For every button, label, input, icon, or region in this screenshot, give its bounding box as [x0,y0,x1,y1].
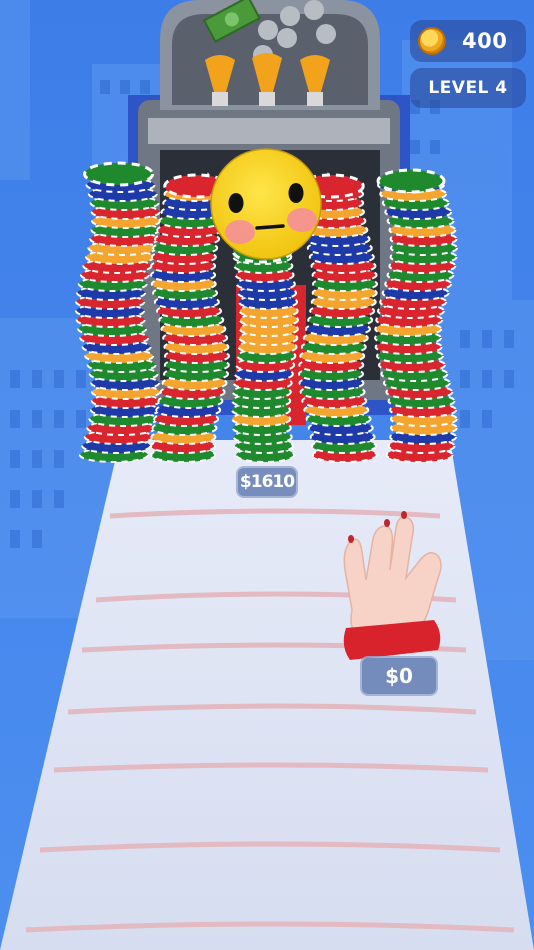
chip-stack [231,238,299,463]
hand-value-label: $0 [360,656,438,696]
smiling-emoji-face [210,148,322,260]
level-label: LEVEL 4 [428,78,508,98]
coin-counter: 400 [410,20,526,62]
top-chip [83,161,155,187]
coin-icon [418,27,446,55]
coin-count: 400 [462,29,508,53]
level-indicator: LEVEL 4 [410,68,526,108]
machine-bulbs [205,53,330,106]
top-chip [376,168,446,194]
stack-value-label: $1610 [236,466,298,498]
